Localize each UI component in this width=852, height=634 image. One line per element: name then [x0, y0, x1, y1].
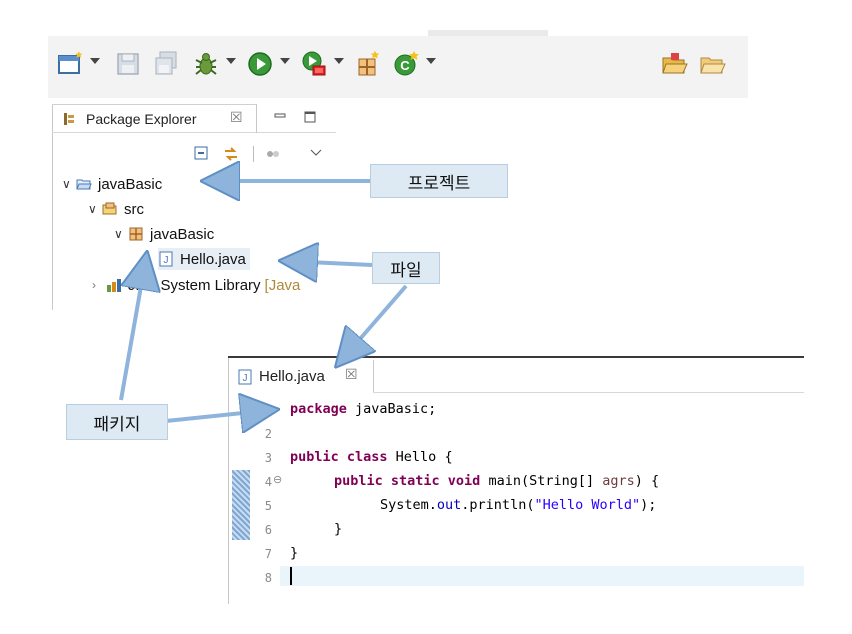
line-number: 6 [264, 523, 272, 537]
callout-file: 파일 [372, 252, 440, 284]
new-class-icon[interactable]: C [392, 50, 420, 78]
arrow-file-to-tab [340, 284, 408, 362]
current-line-highlight [280, 566, 804, 586]
code-line-3[interactable]: public class Hello { [290, 449, 453, 465]
editor-active-border [228, 356, 804, 358]
code-keyword: public class [290, 449, 388, 465]
view-menu-icon[interactable] [310, 149, 322, 157]
tree-item-label: javaBasic [98, 175, 163, 193]
new-wizard-icon[interactable] [56, 50, 84, 78]
java-file-icon: J [159, 251, 173, 267]
editor-tabbar-border [373, 392, 804, 393]
tree-item-file[interactable]: J Hello.java [158, 248, 250, 270]
tree-item-src[interactable]: ∨ src [88, 198, 144, 220]
maximize-icon[interactable] [303, 110, 317, 124]
line-number: 4 [264, 475, 272, 489]
expanded-chevron-icon[interactable]: ∨ [62, 177, 76, 191]
code-text: System. [380, 497, 437, 513]
code-text: main(String[] [480, 473, 603, 489]
code-field: out [436, 497, 462, 513]
main-toolbar: C [48, 36, 748, 98]
code-keyword: package [290, 401, 347, 417]
run-dropdown-icon[interactable] [280, 58, 290, 64]
code-text: ); [640, 497, 657, 513]
code-text: .println( [461, 497, 535, 513]
close-icon[interactable]: ☒ [230, 109, 243, 126]
debug-icon[interactable] [192, 50, 220, 78]
close-icon[interactable]: ☒ [345, 366, 358, 383]
minimize-icon[interactable] [273, 110, 287, 124]
line-number: 2 [264, 427, 272, 441]
change-ruler [232, 470, 250, 540]
collapsed-chevron-icon[interactable]: › [92, 278, 106, 292]
debug-dropdown-icon[interactable] [226, 58, 236, 64]
tree-item-jre[interactable]: › JRE System Library [Java [92, 274, 300, 296]
tree-item-suffix: [Java [264, 276, 301, 294]
line-number: 1 [264, 403, 272, 417]
code-text: Hello { [387, 449, 453, 465]
callout-package: 패키지 [66, 404, 168, 440]
save-icon[interactable] [114, 50, 142, 78]
code-string: "Hello World" [534, 497, 641, 513]
code-keyword: public static void [334, 473, 481, 489]
focus-icon[interactable] [265, 147, 281, 161]
code-line-7[interactable]: } [290, 545, 298, 561]
package-explorer-icon [64, 113, 74, 125]
svg-text:J: J [243, 373, 248, 384]
fold-icon[interactable]: ⊖ [273, 473, 282, 486]
svg-text:J: J [164, 255, 169, 266]
tree-item-label: JRE System Library [128, 276, 261, 294]
tab-package-explorer[interactable]: Package Explorer ☒ [52, 104, 257, 133]
code-line-6[interactable]: } [334, 521, 342, 537]
line-number: 8 [264, 571, 272, 585]
line-number: 5 [264, 499, 272, 513]
tree-item-package[interactable]: ∨ javaBasic [114, 223, 214, 245]
tree-item-label: src [124, 200, 144, 218]
code-line-5[interactable]: System.out.println("Hello World"); [380, 497, 656, 513]
run-external-dropdown-icon[interactable] [334, 58, 344, 64]
code-line-1[interactable]: package javaBasic; [290, 401, 436, 417]
expanded-chevron-icon[interactable]: ∨ [114, 227, 128, 241]
text-cursor [290, 567, 292, 585]
code-text: javaBasic; [346, 401, 437, 417]
line-number: 7 [264, 547, 272, 561]
code-line-4[interactable]: public static void main(String[] agrs) { [334, 473, 659, 489]
run-icon[interactable] [246, 50, 274, 78]
open-folder-alt-icon[interactable] [698, 50, 726, 78]
new-class-dropdown-icon[interactable] [426, 58, 436, 64]
tree-item-label: Hello.java [180, 250, 246, 268]
callout-project: 프로젝트 [370, 164, 508, 198]
tab-hello-java[interactable]: J Hello.java ☒ [229, 360, 374, 392]
collapse-all-icon[interactable] [193, 145, 209, 161]
tree-item-project[interactable]: ∨ javaBasic [62, 173, 162, 195]
project-folder-icon [76, 179, 92, 190]
java-file-icon: J [238, 369, 252, 385]
save-all-icon[interactable] [152, 50, 180, 78]
new-package-icon[interactable] [354, 50, 382, 78]
package-explorer-title: Package Explorer [86, 111, 197, 127]
expanded-chevron-icon[interactable]: ∨ [88, 202, 102, 216]
library-icon [107, 279, 121, 292]
toolbar-separator [253, 146, 254, 162]
open-folder-icon[interactable] [660, 50, 688, 78]
source-folder-icon [102, 202, 117, 215]
run-external-icon[interactable] [300, 50, 328, 78]
line-number: 3 [264, 451, 272, 465]
code-parameter: agrs [602, 473, 635, 489]
link-with-editor-icon[interactable] [222, 145, 240, 163]
code-text: ) { [634, 473, 660, 489]
new-dropdown-icon[interactable] [90, 58, 100, 64]
editor-tab-label: Hello.java [259, 368, 325, 385]
svg-text:C: C [400, 58, 410, 73]
tree-item-label: javaBasic [150, 225, 215, 243]
package-icon [129, 227, 143, 241]
